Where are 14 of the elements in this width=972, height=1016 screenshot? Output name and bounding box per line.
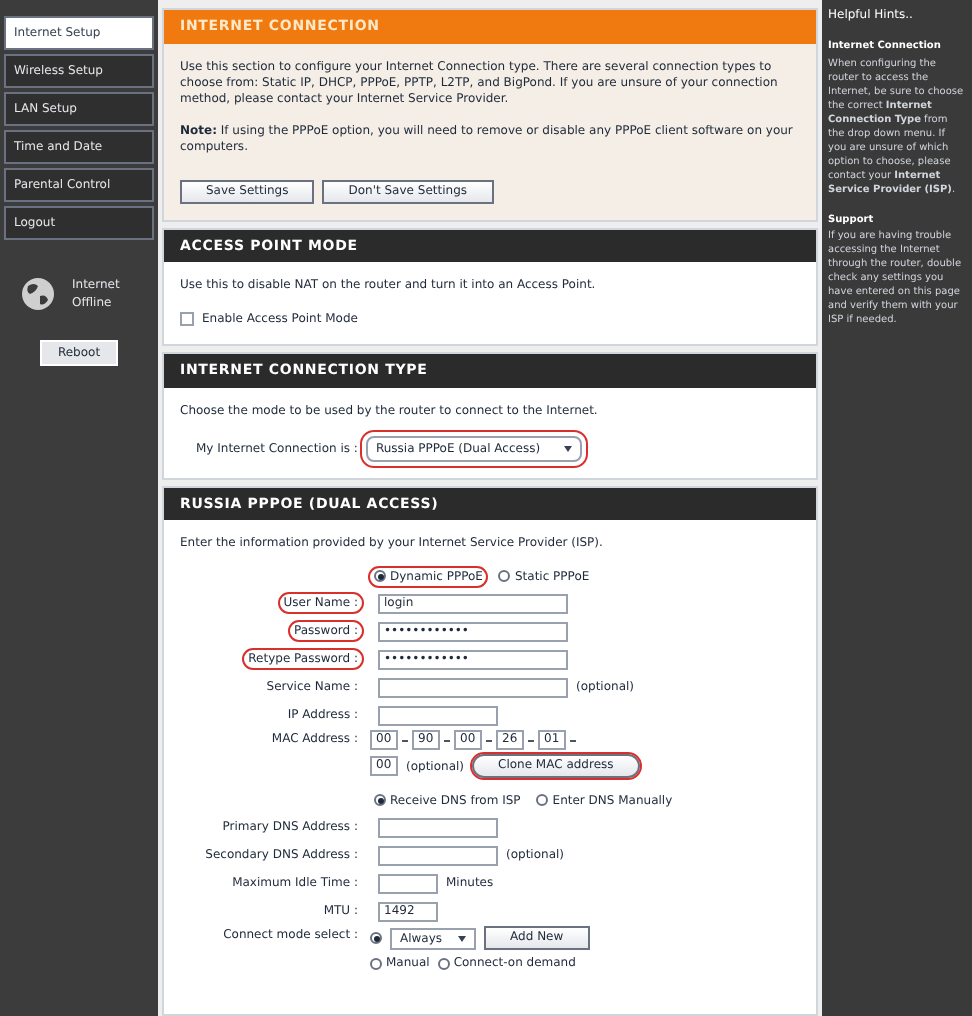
radio-button[interactable] xyxy=(498,570,511,582)
radio-button[interactable] xyxy=(370,957,382,969)
input-field[interactable] xyxy=(378,677,568,697)
radio-button[interactable] xyxy=(437,957,450,969)
input-field[interactable] xyxy=(378,845,498,865)
input-field[interactable] xyxy=(378,817,498,837)
radio-button[interactable] xyxy=(374,570,386,582)
radio-button[interactable] xyxy=(374,794,386,806)
radio-button[interactable] xyxy=(370,932,382,944)
radio-button[interactable] xyxy=(536,794,549,806)
input-field[interactable] xyxy=(378,705,498,725)
input-field[interactable] xyxy=(378,873,438,893)
checkbox[interactable] xyxy=(180,312,194,326)
globe-icon xyxy=(20,276,56,312)
